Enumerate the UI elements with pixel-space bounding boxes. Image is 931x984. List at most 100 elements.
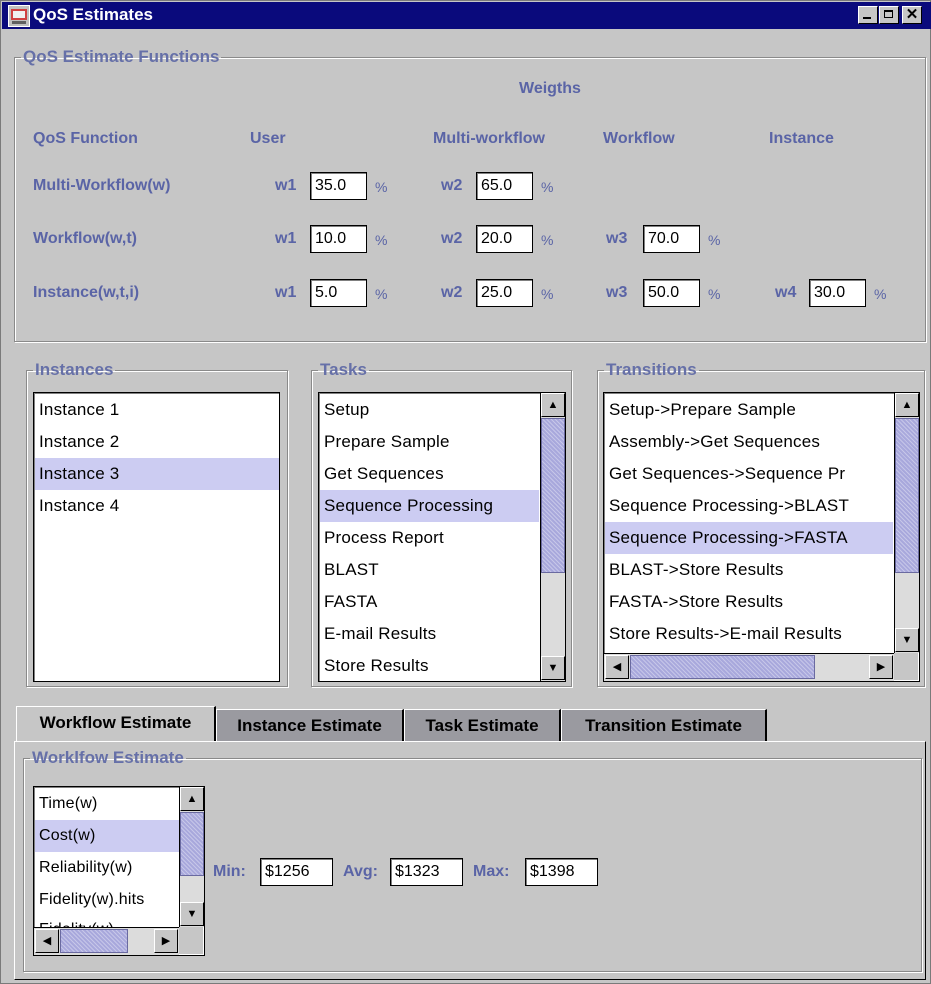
wf-w1-field[interactable]: 10.0	[310, 225, 367, 253]
scroll-corner	[179, 927, 203, 954]
tasks-scrollbar[interactable]: ▲ ▼	[540, 393, 565, 681]
arrow-up-icon: ▲	[547, 399, 559, 411]
metrics-list[interactable]: Time(w) Cost(w) Reliability(w) Fidelity(…	[33, 786, 205, 956]
transitions-vscrollbar[interactable]: ▲ ▼	[894, 393, 919, 653]
scroll-up-button[interactable]: ▲	[180, 787, 204, 811]
scroll-down-button[interactable]: ▼	[541, 656, 565, 680]
qos-functions-legend: QoS Estimate Functions	[23, 47, 220, 66]
task-item[interactable]: Process Report	[320, 522, 539, 554]
w1-label: w1	[275, 230, 297, 247]
percent-label: %	[375, 179, 388, 195]
metric-item[interactable]: Cost(w)	[35, 820, 179, 852]
tab-task-estimate[interactable]: Task Estimate	[404, 709, 561, 741]
instance-item-3[interactable]: Instance 3	[35, 458, 279, 490]
task-item[interactable]: Setup	[320, 394, 539, 426]
scroll-corner	[894, 653, 918, 680]
scroll-left-button[interactable]: ◀	[605, 655, 629, 679]
close-button[interactable]: ✕	[902, 6, 922, 24]
arrow-up-icon: ▲	[901, 399, 913, 411]
w3-label: w3	[606, 284, 628, 301]
percent-label: %	[375, 232, 388, 248]
arrow-left-icon: ◀	[612, 661, 622, 673]
task-item[interactable]: Prepare Sample	[320, 426, 539, 458]
task-item[interactable]: Sequence Processing	[320, 490, 539, 522]
transition-item[interactable]: BLAST->Store Results	[605, 554, 893, 586]
percent-label: %	[541, 286, 554, 302]
mw-w1-field[interactable]: 35.0	[310, 172, 367, 200]
task-item[interactable]: BLAST	[320, 554, 539, 586]
scroll-down-button[interactable]: ▼	[895, 628, 919, 652]
instance-item-4[interactable]: Instance 4	[35, 490, 279, 522]
min-value-field[interactable]: $1256	[260, 858, 333, 886]
scroll-thumb[interactable]	[180, 812, 204, 876]
wf-w3-field[interactable]: 70.0	[643, 225, 700, 253]
instance-item-2[interactable]: Instance 2	[35, 426, 279, 458]
transitions-legend: Transitions	[606, 360, 697, 379]
inst-w1-field[interactable]: 5.0	[310, 279, 367, 307]
inst-w2-field[interactable]: 25.0	[476, 279, 533, 307]
scroll-thumb[interactable]	[895, 418, 919, 573]
weights-header: Weigths	[519, 80, 581, 97]
window-title: QoS Estimates	[33, 5, 153, 24]
row-instance-label: Instance(w,t,i)	[33, 284, 140, 301]
task-item[interactable]: E-mail Results	[320, 618, 539, 650]
metrics-hscrollbar[interactable]: ◀ ▶	[34, 927, 179, 955]
col-qos-function: QoS Function	[33, 130, 138, 147]
col-instance: Instance	[769, 130, 834, 147]
inst-w3-field[interactable]: 50.0	[643, 279, 700, 307]
min-label: Min:	[213, 863, 246, 880]
maximize-icon	[884, 10, 893, 18]
scroll-down-button[interactable]: ▼	[180, 902, 204, 926]
col-workflow: Workflow	[603, 130, 675, 147]
metric-item[interactable]: Reliability(w)	[35, 852, 179, 884]
transitions-hscrollbar[interactable]: ◀ ▶	[604, 653, 894, 681]
transition-item[interactable]: Sequence Processing->BLAST	[605, 490, 893, 522]
instances-list[interactable]: Instance 1 Instance 2 Instance 3 Instanc…	[33, 392, 280, 682]
wf-w2-field[interactable]: 20.0	[476, 225, 533, 253]
mw-w2-field[interactable]: 65.0	[476, 172, 533, 200]
task-item[interactable]: Store Results	[320, 650, 539, 681]
transition-item[interactable]: Store Results->E-mail Results	[605, 618, 893, 650]
instance-item-1[interactable]: Instance 1	[35, 394, 279, 426]
maximize-button[interactable]	[879, 6, 899, 24]
inst-w4-field[interactable]: 30.0	[809, 279, 866, 307]
arrow-right-icon: ▶	[876, 661, 886, 673]
transition-item[interactable]: FASTA->Store Results	[605, 586, 893, 618]
app-icon	[8, 5, 30, 27]
max-value-field[interactable]: $1398	[525, 858, 598, 886]
transition-item[interactable]: Setup->Prepare Sample	[605, 394, 893, 426]
avg-value-field[interactable]: $1323	[390, 858, 463, 886]
tab-workflow-estimate[interactable]: Workflow Estimate	[16, 706, 216, 742]
transition-item[interactable]: Sequence Processing->FASTA	[605, 522, 893, 554]
metric-item[interactable]: Fidelity(w).hits	[35, 884, 179, 916]
minimize-button[interactable]	[858, 6, 878, 24]
w4-label: w4	[775, 284, 797, 301]
tab-instance-estimate[interactable]: Instance Estimate	[216, 709, 404, 741]
scroll-thumb[interactable]	[60, 929, 128, 953]
transition-item[interactable]: Assembly->Get Sequences	[605, 426, 893, 458]
task-item[interactable]: FASTA	[320, 586, 539, 618]
w3-label: w3	[606, 230, 628, 247]
metrics-vscrollbar[interactable]: ▲ ▼	[179, 787, 204, 927]
col-user: User	[250, 130, 286, 147]
scroll-right-button[interactable]: ▶	[869, 655, 893, 679]
transitions-list[interactable]: Setup->Prepare Sample Assembly->Get Sequ…	[603, 392, 920, 682]
scroll-right-button[interactable]: ▶	[154, 929, 178, 953]
scroll-thumb[interactable]	[541, 418, 565, 573]
row-multi-workflow-label: Multi-Workflow(w)	[33, 177, 171, 194]
scroll-left-button[interactable]: ◀	[35, 929, 59, 953]
percent-label: %	[375, 286, 388, 302]
metric-item[interactable]: Time(w)	[35, 788, 179, 820]
scroll-up-button[interactable]: ▲	[541, 393, 565, 417]
tab-transition-estimate[interactable]: Transition Estimate	[561, 709, 767, 741]
transition-item[interactable]: Get Sequences->Sequence Pr	[605, 458, 893, 490]
instances-legend: Instances	[35, 360, 114, 379]
w1-label: w1	[275, 177, 297, 194]
title-bar[interactable]: QoS Estimates ✕	[2, 2, 931, 29]
tasks-list[interactable]: Setup Prepare Sample Get Sequences Seque…	[318, 392, 566, 682]
task-item[interactable]: Get Sequences	[320, 458, 539, 490]
scroll-thumb[interactable]	[630, 655, 815, 679]
percent-label: %	[708, 232, 721, 248]
scroll-up-button[interactable]: ▲	[895, 393, 919, 417]
percent-label: %	[708, 286, 721, 302]
